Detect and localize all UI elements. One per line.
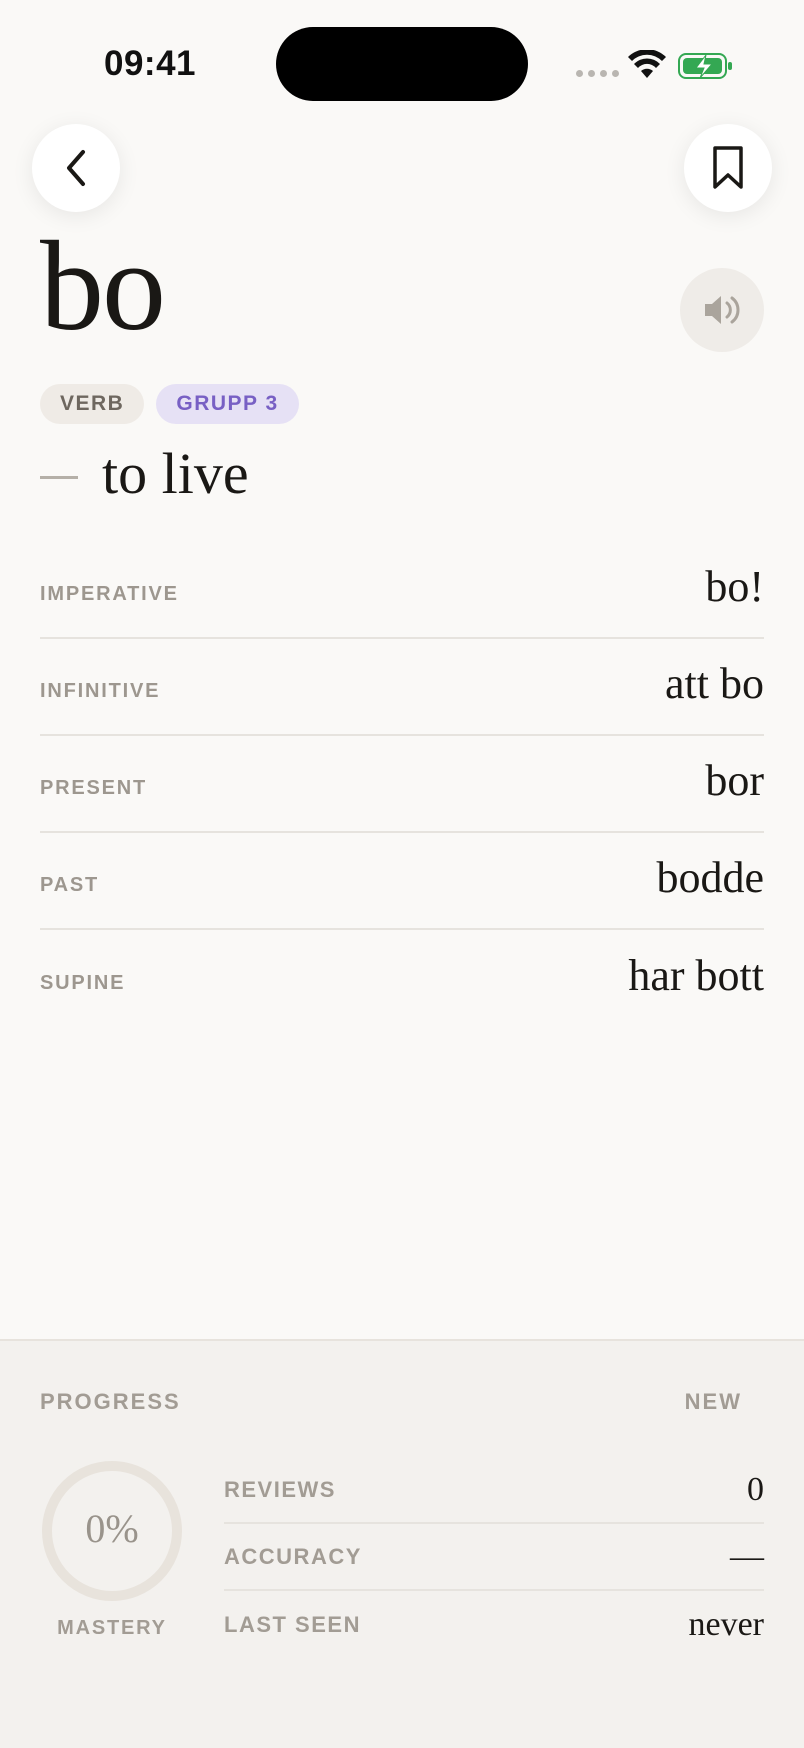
part-of-speech-tag: VERB	[40, 384, 145, 424]
stat-row-last-seen: LAST SEEN never	[224, 1591, 764, 1658]
form-value: att bo	[665, 659, 764, 708]
form-label: SUPINE	[40, 972, 126, 994]
form-value: bor	[705, 756, 764, 805]
progress-status-badge: NEW	[684, 1389, 742, 1414]
verb-group-tag: GRUPP 3	[156, 384, 299, 424]
stat-value: 0	[747, 1470, 764, 1508]
speaker-icon	[705, 296, 740, 324]
bookmark-icon	[713, 146, 743, 189]
chevron-left-icon	[67, 150, 85, 186]
back-button[interactable]	[32, 124, 120, 212]
mastery-label: MASTERY	[57, 1617, 167, 1639]
stat-value: —	[730, 1537, 764, 1575]
translation: to live	[40, 440, 249, 507]
verb-forms-table: IMPERATIVE bo! INFINITIVE att bo PRESENT…	[40, 542, 764, 1027]
translation-text: to live	[102, 441, 249, 506]
stat-label: LAST SEEN	[224, 1611, 361, 1637]
form-row-past: PAST bodde	[40, 833, 764, 930]
progress-title: PROGRESS	[40, 1389, 181, 1414]
form-label: IMPERATIVE	[40, 583, 179, 605]
stat-value: never	[688, 1605, 764, 1643]
bookmark-button[interactable]	[684, 124, 772, 212]
play-audio-button[interactable]	[680, 268, 764, 352]
stat-row-accuracy: ACCURACY —	[224, 1524, 764, 1591]
form-value: har bott	[628, 951, 764, 1000]
stat-label: ACCURACY	[224, 1543, 362, 1569]
form-row-present: PRESENT bor	[40, 736, 764, 833]
wifi-icon	[628, 50, 666, 78]
form-value: bodde	[656, 853, 764, 902]
cellular-signal-icon	[576, 70, 619, 77]
form-label: PRESENT	[40, 777, 148, 799]
form-row-infinitive: INFINITIVE att bo	[40, 639, 764, 736]
tag-list: VERB GRUPP 3	[40, 384, 299, 424]
battery-charging-icon	[678, 53, 732, 79]
form-value: bo!	[705, 562, 764, 611]
status-bar: 09:41	[0, 0, 804, 120]
status-time: 09:41	[104, 44, 197, 83]
form-row-supine: SUPINE har bott	[40, 930, 764, 1027]
form-row-imperative: IMPERATIVE bo!	[40, 542, 764, 639]
stats-list: REVIEWS 0 ACCURACY — LAST SEEN never	[224, 1457, 764, 1658]
stat-label: REVIEWS	[224, 1476, 336, 1502]
stat-row-reviews: REVIEWS 0	[224, 1457, 764, 1524]
headword: bo	[40, 215, 166, 357]
form-label: INFINITIVE	[40, 680, 161, 702]
dash-divider	[40, 476, 78, 479]
progress-panel: PROGRESS NEW 0% MASTERY REVIEWS 0 ACCURA…	[0, 1339, 804, 1748]
dynamic-island	[276, 27, 528, 101]
form-label: PAST	[40, 874, 100, 896]
mastery-percent: 0%	[85, 1506, 139, 1551]
